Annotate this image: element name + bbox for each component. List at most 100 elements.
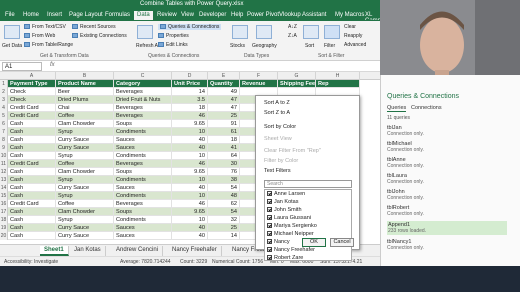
table-cell[interactable]: Dried Fruit & Nuts	[114, 96, 172, 104]
tab-queries[interactable]: Queries	[387, 105, 407, 112]
table-cell[interactable]: Soups	[114, 120, 172, 128]
column-header[interactable]: H	[316, 72, 360, 80]
column-header[interactable]: E	[208, 72, 240, 80]
table-cell[interactable]: Dried Plums	[56, 96, 114, 104]
cancel-button[interactable]: Cancel	[330, 238, 354, 247]
table-cell[interactable]: Syrup	[56, 216, 114, 224]
text-filters-item[interactable]: Text Filters	[264, 168, 291, 174]
tab-data[interactable]: Data	[134, 11, 153, 20]
row-number[interactable]: 17	[0, 208, 8, 216]
sort-button[interactable]: Sort	[305, 43, 314, 49]
table-cell[interactable]: 10	[172, 216, 208, 224]
column-header[interactable]: A	[8, 72, 56, 80]
column-header-cell[interactable]: Shipping Fee	[278, 80, 316, 88]
table-cell[interactable]: Cash	[8, 208, 56, 216]
tab-view[interactable]: View	[178, 11, 197, 20]
table-cell[interactable]: 48	[208, 192, 240, 200]
table-cell[interactable]: 25	[208, 112, 240, 120]
table-cell[interactable]: 62	[208, 200, 240, 208]
table-cell[interactable]: 38	[208, 176, 240, 184]
column-header[interactable]: G	[278, 72, 316, 80]
table-cell[interactable]: Check	[8, 88, 56, 96]
row-number[interactable]: 7	[0, 128, 8, 136]
checkbox[interactable]	[267, 191, 272, 197]
table-cell[interactable]: 76	[208, 168, 240, 176]
table-cell[interactable]: Soups	[114, 168, 172, 176]
table-cell[interactable]: Condiments	[114, 152, 172, 160]
table-cell[interactable]: 10	[172, 192, 208, 200]
get-data-button[interactable]: Get Data	[2, 43, 22, 49]
row-number[interactable]: 19	[0, 224, 8, 232]
properties-button[interactable]: Properties	[158, 33, 189, 39]
table-cell[interactable]: Curry Sauce	[56, 184, 114, 192]
row-number[interactable]: 4	[0, 104, 8, 112]
tab-page-layout[interactable]: Page Layout	[66, 11, 106, 20]
sort-by-color-item[interactable]: Sort by Color	[264, 124, 296, 130]
sort-za-item[interactable]: Sort Z to A	[264, 110, 290, 116]
checkbox[interactable]	[267, 231, 272, 237]
row-number[interactable]: 16	[0, 200, 8, 208]
checkbox[interactable]	[267, 207, 272, 213]
table-cell[interactable]: Clam Chowder	[56, 208, 114, 216]
edit-links-button[interactable]: Edit Links	[158, 42, 188, 48]
ok-button[interactable]: OK	[302, 238, 326, 247]
table-cell[interactable]: Coffee	[56, 160, 114, 168]
row-number[interactable]: 6	[0, 120, 8, 128]
column-header-cell[interactable]: Payment Type	[8, 80, 56, 88]
table-cell[interactable]: Cash	[8, 144, 56, 152]
table-cell[interactable]: 9.65	[172, 120, 208, 128]
filter-checkbox-item[interactable]: Jan Kotas	[267, 199, 298, 205]
table-cell[interactable]: Sauces	[114, 184, 172, 192]
tab-insert[interactable]: Insert	[44, 11, 65, 20]
table-cell[interactable]: Cash	[8, 192, 56, 200]
table-cell[interactable]: Cash	[8, 136, 56, 144]
stocks-button[interactable]: Stocks	[230, 43, 245, 49]
table-cell[interactable]: Sauces	[114, 224, 172, 232]
column-header[interactable]: F	[240, 72, 278, 80]
row-number[interactable]: 8	[0, 136, 8, 144]
table-cell[interactable]: 18	[208, 136, 240, 144]
table-cell[interactable]: 46	[172, 160, 208, 168]
table-cell[interactable]: Syrup	[56, 176, 114, 184]
table-cell[interactable]: Clam Chowder	[56, 120, 114, 128]
table-cell[interactable]: Beverages	[114, 200, 172, 208]
table-cell[interactable]: 61	[208, 128, 240, 136]
table-cell[interactable]: Cash	[8, 232, 56, 240]
table-cell[interactable]: Soups	[114, 208, 172, 216]
column-header-cell[interactable]: Rep	[316, 80, 360, 88]
sheet-tab-jan-kotas[interactable]: Jan Kotas	[70, 246, 106, 256]
table-cell[interactable]: Curry Sauce	[56, 144, 114, 152]
table-cell[interactable]: Beverages	[114, 112, 172, 120]
table-cell[interactable]: Cash	[8, 176, 56, 184]
table-cell[interactable]: Beer	[56, 88, 114, 96]
table-cell[interactable]: Curry Sauce	[56, 232, 114, 240]
query-item[interactable]: tblJan Connection only.	[387, 125, 507, 137]
filter-checkbox-item[interactable]: Michael Neipper	[267, 231, 314, 237]
table-cell[interactable]: 3.5	[172, 96, 208, 104]
table-cell[interactable]: 54	[208, 184, 240, 192]
column-header[interactable]: C	[114, 72, 172, 80]
existing-connections-button[interactable]: Existing Connections	[72, 33, 127, 39]
table-cell[interactable]: 40	[172, 144, 208, 152]
table-cell[interactable]: Condiments	[114, 192, 172, 200]
query-item[interactable]: tblNancy1 Connection only.	[387, 239, 507, 251]
tab-home[interactable]: Home	[20, 11, 42, 20]
table-cell[interactable]: Cash	[8, 184, 56, 192]
row-number[interactable]: 9	[0, 144, 8, 152]
checkbox[interactable]	[267, 215, 272, 221]
sheet-tab-andrew-cencini[interactable]: Andrew Cencini	[112, 246, 164, 256]
table-cell[interactable]: Coffee	[56, 200, 114, 208]
row-number[interactable]: 5	[0, 112, 8, 120]
table-cell[interactable]: 40	[172, 184, 208, 192]
table-cell[interactable]: 10	[172, 176, 208, 184]
tab-connections[interactable]: Connections	[411, 105, 442, 111]
query-item[interactable]: tblJohn Connection only.	[387, 189, 507, 201]
table-cell[interactable]: 9.65	[172, 208, 208, 216]
table-cell[interactable]: Sauces	[114, 144, 172, 152]
sort-za-button[interactable]: Z↓A	[288, 33, 297, 39]
table-cell[interactable]: 25	[208, 224, 240, 232]
filter-value-list[interactable]: Anne Larsen Jan Kotas John Smith Laura Gius…	[264, 189, 352, 261]
table-cell[interactable]: 40	[172, 232, 208, 240]
refresh-all-button[interactable]: Refresh All	[136, 43, 160, 49]
tab-formulas[interactable]: Formulas	[102, 11, 133, 20]
